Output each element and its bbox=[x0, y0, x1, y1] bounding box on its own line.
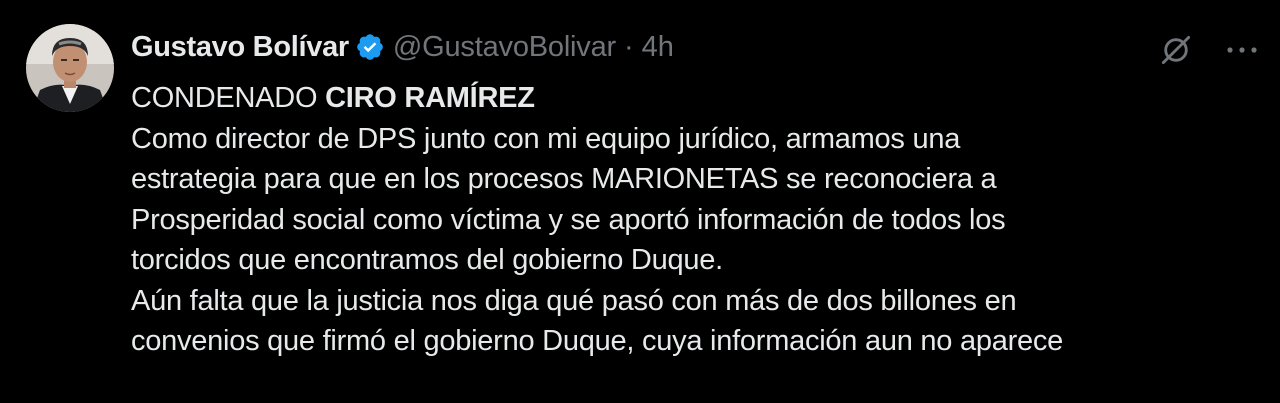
tweet-text-line: torcidos que encontramos del gobierno Du… bbox=[131, 244, 723, 276]
tweet-header: Gustavo Bolívar @GustavoBolivar · 4h bbox=[131, 27, 674, 67]
tweet-text-line: estrategia para que en los procesos MARI… bbox=[131, 163, 997, 195]
avatar-image bbox=[26, 24, 114, 112]
tweet-headline: CONDENADO CIRO RAMÍREZ bbox=[131, 78, 1261, 119]
more-icon[interactable] bbox=[1222, 30, 1262, 70]
tweet-text-line: Como director de DPS junto con mi equipo… bbox=[131, 122, 961, 155]
tweet-text-line: Aún falta que la justicia nos diga qué p… bbox=[131, 284, 1017, 317]
tweet-actions bbox=[1156, 30, 1262, 70]
grok-icon[interactable] bbox=[1156, 30, 1196, 70]
tweet-timestamp[interactable]: 4h bbox=[642, 27, 674, 67]
verified-badge-icon bbox=[355, 32, 385, 62]
tweet-text: CONDENADO CIRO RAMÍREZ Como director de … bbox=[131, 78, 1261, 362]
headline-bold-name: CIRO RAMÍREZ bbox=[325, 82, 535, 114]
headline-prefix: CONDENADO bbox=[131, 82, 326, 114]
tweet: Gustavo Bolívar @GustavoBolivar · 4h CON… bbox=[0, 0, 1280, 403]
tweet-text-line: Prosperidad social como víctima y se apo… bbox=[131, 203, 1006, 236]
author-name[interactable]: Gustavo Bolívar bbox=[131, 27, 349, 67]
separator-dot: · bbox=[624, 31, 634, 63]
tweet-text-line: convenios que firmó el gobierno Duque, c… bbox=[131, 325, 1064, 357]
author-handle[interactable]: @GustavoBolivar bbox=[393, 27, 616, 67]
avatar[interactable] bbox=[26, 24, 114, 112]
